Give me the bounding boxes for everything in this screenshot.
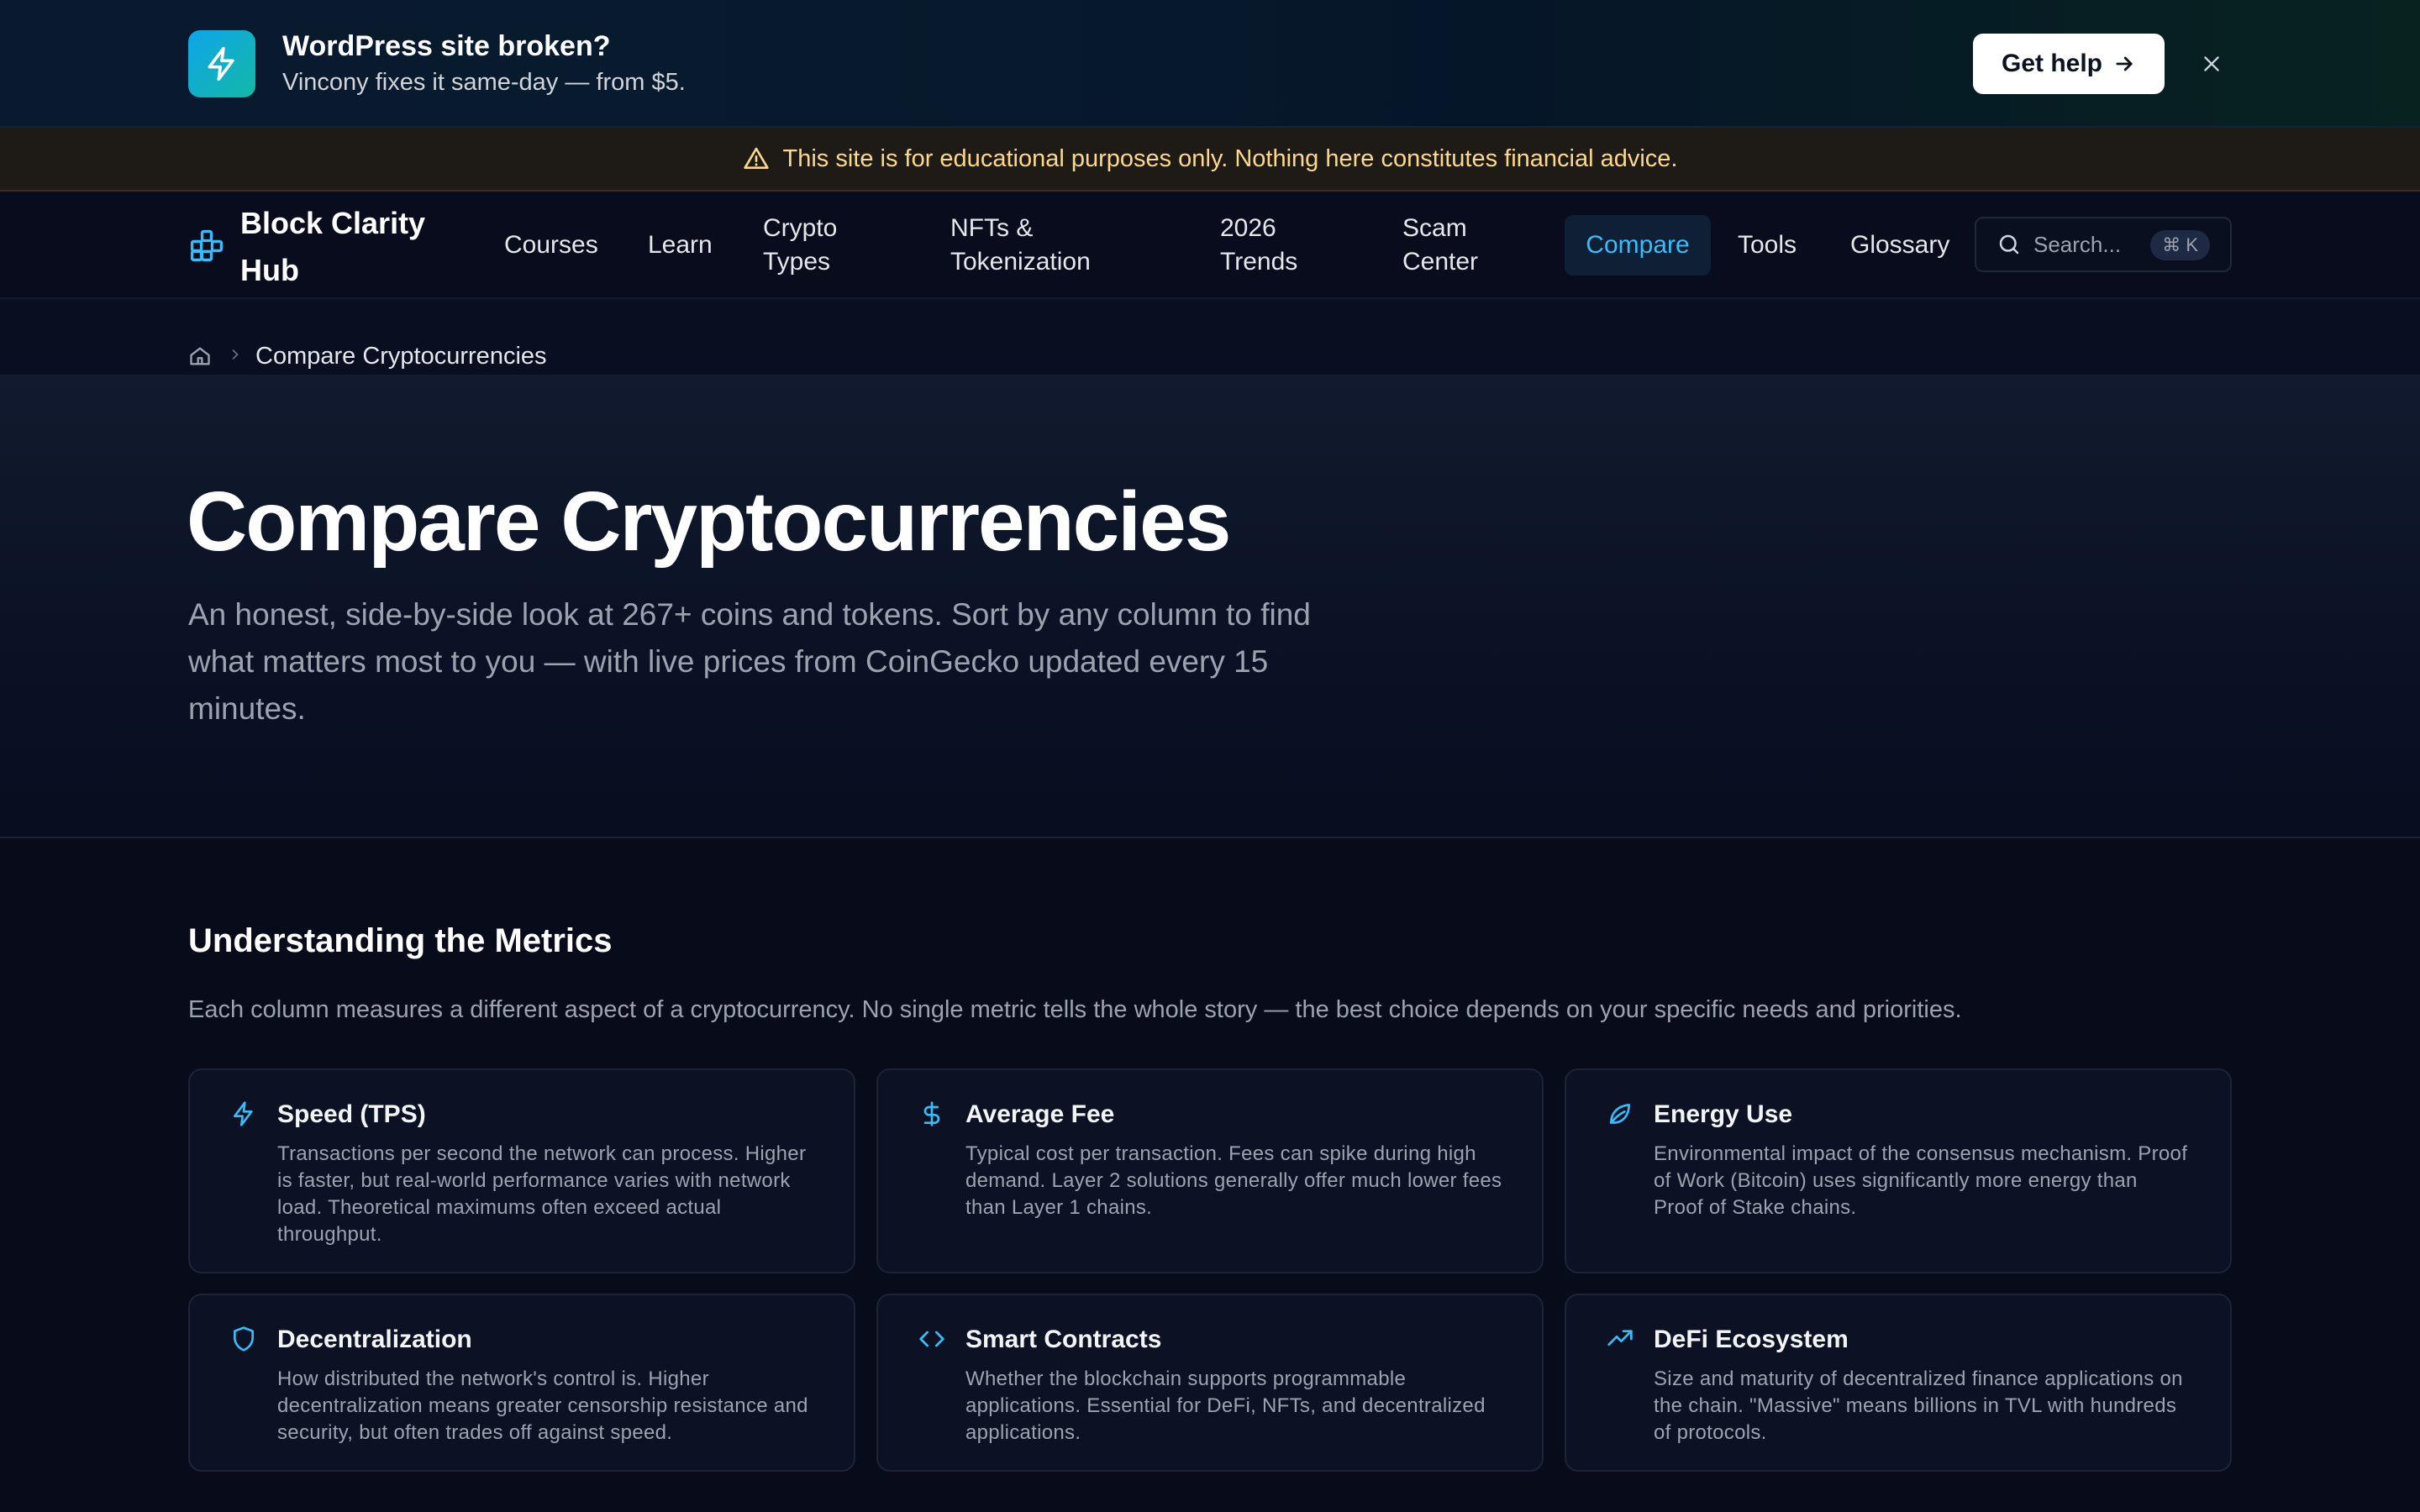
logo-text[interactable]: Block Clarity Hub: [240, 200, 459, 294]
lightning-icon: [230, 1100, 257, 1127]
main-nav: Block Clarity Hub Courses Learn Crypto T…: [0, 192, 2420, 299]
lightning-icon: [188, 30, 255, 97]
metric-card-desc: Typical cost per transaction. Fees can s…: [965, 1142, 1502, 1219]
metric-card-title: Energy Use: [1654, 1100, 1793, 1128]
metrics-title: Understanding the Metrics: [188, 922, 613, 959]
disclaimer-text: This site is for educational purposes on…: [782, 144, 1678, 172]
metric-card-defi-ecosystem: DeFi Ecosystem Size and maturity of dece…: [1565, 1294, 2232, 1472]
promo-subtitle: Vincony fixes it same-day — from $5.: [282, 69, 686, 96]
nav-courses[interactable]: Courses: [504, 228, 598, 262]
nav-compare[interactable]: Compare: [1565, 215, 1711, 276]
trending-up-icon: [1607, 1326, 1634, 1352]
arrow-right-icon: [2112, 52, 2136, 76]
get-help-button[interactable]: Get help: [1973, 34, 2165, 94]
metric-card-average-fee: Average Fee Typical cost per transaction…: [876, 1068, 1544, 1273]
breadcrumb: Compare Cryptocurrencies: [0, 299, 2420, 375]
metric-card-desc: How distributed the network's control is…: [277, 1368, 808, 1444]
search-input[interactable]: Search... ⌘ K: [1975, 217, 2232, 272]
metric-card-title: Average Fee: [965, 1100, 1115, 1128]
metric-card-desc: Transactions per second the network can …: [277, 1142, 807, 1246]
chevron-right-icon: [227, 346, 244, 363]
nav-crypto-types[interactable]: Crypto Types: [763, 212, 864, 279]
metric-card-title: DeFi Ecosystem: [1654, 1326, 1849, 1353]
hero-section: Compare Cryptocurrencies An honest, side…: [0, 375, 2420, 838]
metric-card-desc: Size and maturity of decentralized finan…: [1654, 1368, 2183, 1444]
nav-tools[interactable]: Tools: [1738, 228, 1797, 262]
nav-2026-trends[interactable]: 2026 Trends: [1220, 212, 1304, 279]
search-shortcut: ⌘ K: [2150, 230, 2210, 260]
search-icon: [1996, 232, 2022, 257]
search-placeholder: Search...: [2033, 231, 2122, 257]
breadcrumb-current: Compare Cryptocurrencies: [255, 343, 547, 370]
metric-card-energy-use: Energy Use Environmental impact of the c…: [1565, 1068, 2232, 1273]
home-icon[interactable]: [188, 344, 212, 368]
metric-card-desc: Whether the blockchain supports programm…: [965, 1368, 1486, 1444]
disclaimer-bar: This site is for educational purposes on…: [0, 128, 2420, 192]
promo-title: WordPress site broken?: [282, 30, 611, 62]
nav-nfts-tokenization[interactable]: NFTs & Tokenization: [950, 212, 1144, 279]
promo-banner: WordPress site broken? Vincony fixes it …: [0, 0, 2420, 128]
nav-scam-center[interactable]: Scam Center: [1402, 212, 1486, 279]
nav-glossary[interactable]: Glossary: [1850, 228, 1949, 262]
page-title: Compare Cryptocurrencies: [187, 475, 1231, 569]
nav-learn[interactable]: Learn: [648, 228, 713, 262]
metric-card-title: Decentralization: [277, 1326, 472, 1353]
warning-icon: [743, 145, 770, 172]
metric-card-title: Speed (TPS): [277, 1100, 426, 1128]
leaf-icon: [1607, 1100, 1634, 1127]
dollar-icon: [918, 1100, 945, 1127]
metric-card-desc: Environmental impact of the consensus me…: [1654, 1142, 2188, 1219]
metric-card-decentralization: Decentralization How distributed the net…: [188, 1294, 855, 1472]
metrics-description: Each column measures a different aspect …: [188, 996, 1962, 1023]
metric-card-title: Smart Contracts: [965, 1326, 1162, 1353]
page-description: An honest, side-by-side look at 267+ coi…: [188, 597, 1311, 726]
get-help-label: Get help: [2001, 50, 2102, 77]
code-icon: [918, 1326, 945, 1352]
metric-card-smart-contracts: Smart Contracts Whether the blockchain s…: [876, 1294, 1544, 1472]
close-icon[interactable]: [2195, 47, 2228, 81]
metric-card-speed: Speed (TPS) Transactions per second the …: [188, 1068, 855, 1273]
logo-icon[interactable]: [188, 227, 225, 264]
shield-icon: [230, 1326, 257, 1352]
